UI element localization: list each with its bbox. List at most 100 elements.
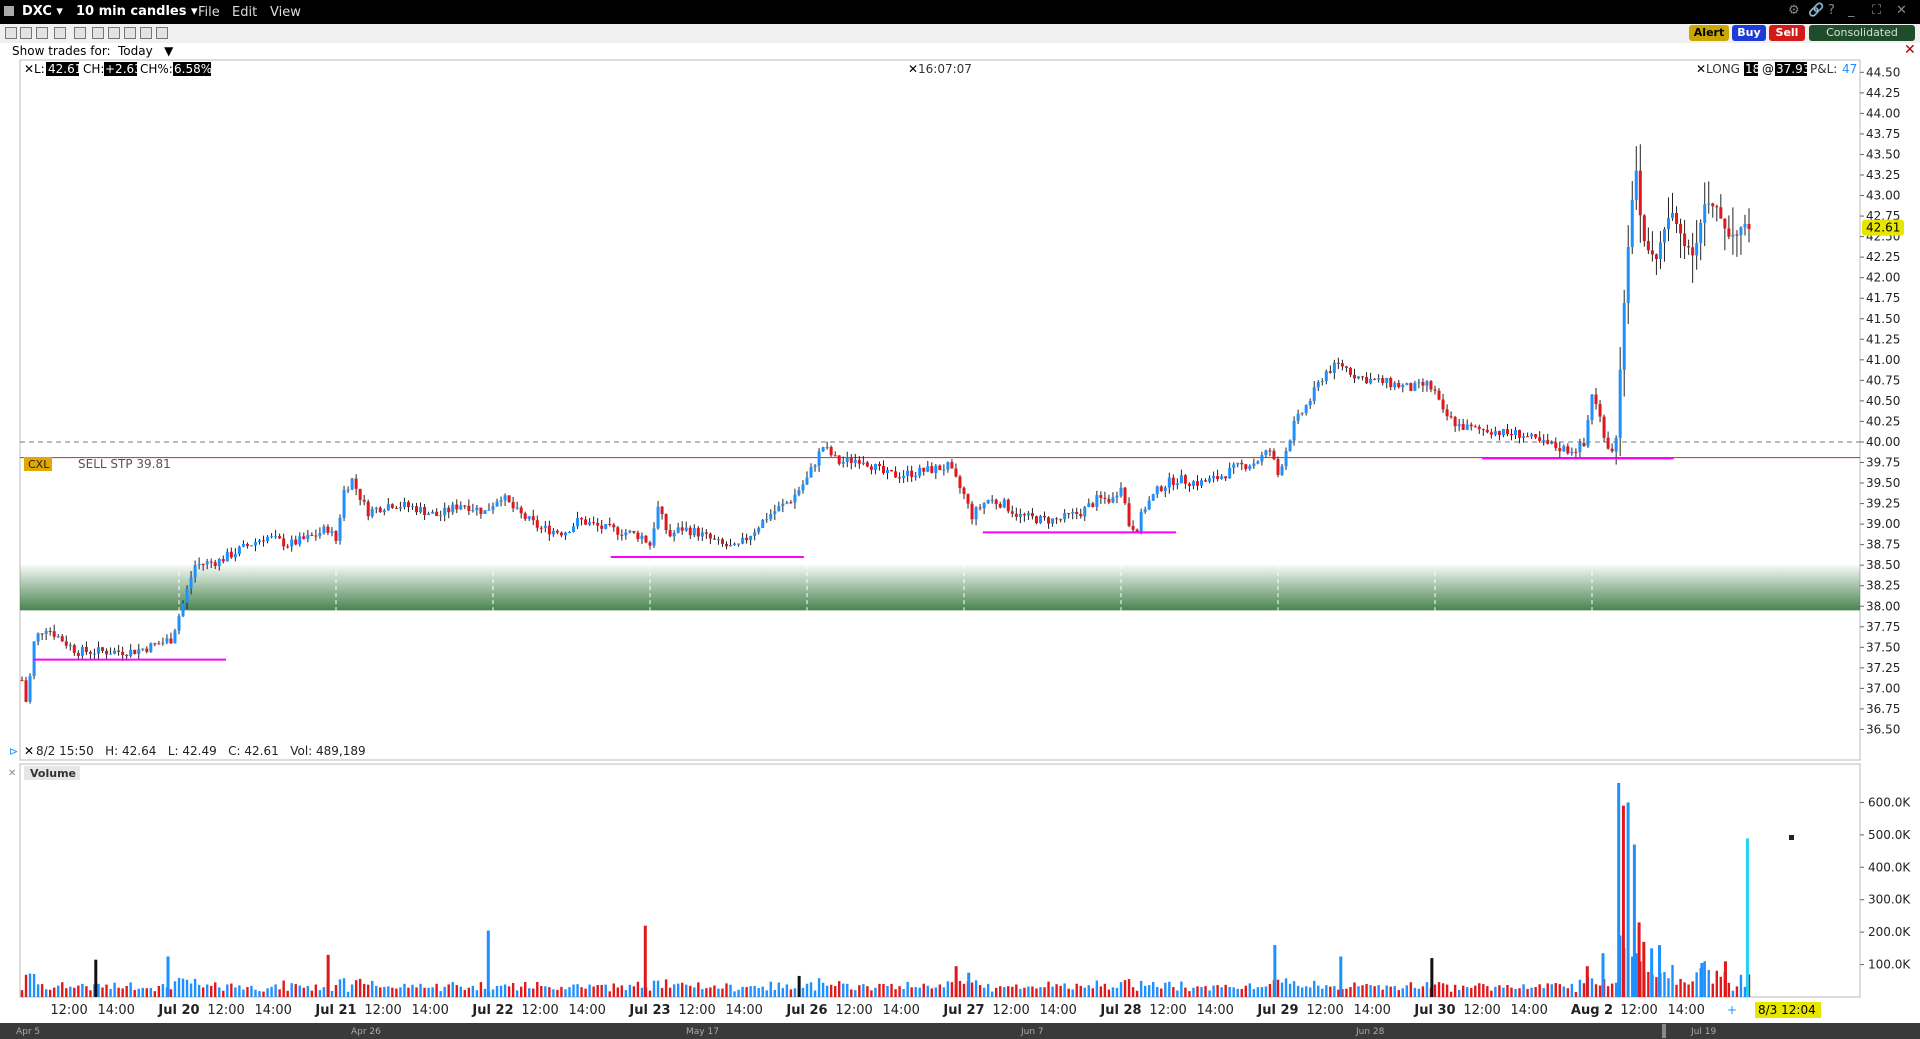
candle-body (129, 649, 133, 657)
volume-bar (1731, 990, 1735, 997)
volume-bar (1180, 981, 1183, 997)
candle-body (1594, 394, 1598, 405)
close-time-icon[interactable]: ✕ (908, 62, 918, 76)
candle-body (741, 537, 745, 544)
volume-bar (1514, 988, 1517, 997)
candle-body (1047, 517, 1051, 524)
volume-bar (455, 985, 458, 997)
volume-bar (656, 980, 660, 997)
candle-body (1059, 519, 1063, 521)
y-tick-label: 39.25 (1866, 497, 1900, 511)
candle-body (1743, 223, 1747, 228)
volume-bar (962, 983, 966, 997)
crosshair-marker-icon: + (1727, 1003, 1737, 1017)
candle-body (1606, 437, 1610, 449)
candle-body (1739, 227, 1743, 236)
volume-bar (1542, 988, 1545, 997)
candle-body (133, 649, 137, 654)
volume-bar (1051, 986, 1054, 997)
volume-bar (1377, 985, 1380, 997)
volume-bar (1546, 983, 1549, 997)
volume-bar (1325, 985, 1328, 997)
volume-bar (1035, 988, 1038, 997)
x-tick-label: 14:00 (882, 1003, 919, 1018)
volume-bar (1510, 987, 1513, 997)
candle-body (28, 675, 32, 702)
expand-icon[interactable]: ⊳ (9, 745, 18, 758)
overview-bar[interactable] (0, 1023, 1920, 1039)
y-tick-label: 40.00 (1866, 435, 1900, 449)
candle-body (1365, 376, 1369, 384)
candle-body (443, 507, 447, 516)
volume-bar (552, 989, 555, 997)
candle-body (825, 447, 829, 449)
volume-bar (36, 984, 40, 997)
candle-body (1501, 429, 1505, 436)
candle-body (1369, 378, 1373, 384)
volume-bar (1176, 990, 1179, 997)
volume-bar (266, 988, 269, 997)
x-tick-label: 14:00 (1196, 1003, 1233, 1018)
candle-body (576, 518, 580, 527)
volume-bar (636, 981, 640, 997)
y-tick-label: 38.00 (1866, 599, 1900, 613)
volume-bar (1143, 985, 1147, 997)
volume-bar (1208, 990, 1211, 997)
candle-body (1115, 495, 1119, 498)
volume-bar (990, 991, 994, 997)
candle-body (1179, 475, 1183, 484)
candle-body (1421, 382, 1425, 386)
candle-body (1602, 416, 1606, 438)
volume-bar (1015, 984, 1018, 997)
candle-body (1187, 483, 1191, 486)
candle-body (1014, 513, 1018, 517)
volume-bar (769, 981, 772, 997)
volume-spike-bar (166, 956, 170, 997)
volume-bar (858, 985, 861, 997)
candle-body (1477, 426, 1481, 430)
candle-body (1119, 487, 1123, 496)
close-bar-info-icon[interactable]: ✕ (24, 744, 34, 758)
volume-bar (1610, 983, 1614, 997)
chart-canvas[interactable]: 44.5044.2544.0043.7543.5043.2543.0042.75… (0, 0, 1920, 1039)
candle-body (221, 558, 225, 562)
volume-bar (995, 987, 998, 997)
candle-body (962, 487, 966, 495)
candle-body (1417, 382, 1421, 384)
candle-body (584, 519, 588, 525)
candle-body (402, 502, 406, 508)
candle-body (1703, 204, 1707, 223)
volume-bar (1365, 984, 1368, 997)
candle-body (20, 680, 24, 682)
candle-body (1208, 478, 1212, 482)
volume-bar (125, 986, 128, 997)
volume-bar (519, 986, 523, 997)
close-volume-icon[interactable]: ✕ (8, 768, 16, 779)
candle-body (1590, 394, 1594, 420)
candle-body (628, 530, 632, 533)
candle-body (137, 649, 141, 654)
volume-bar (1188, 991, 1191, 997)
candle-body (1191, 481, 1195, 486)
candle-body (986, 499, 990, 504)
close-position-icon[interactable]: ✕ (1696, 62, 1706, 76)
volume-bar (640, 987, 644, 997)
close-info-icon[interactable]: ✕ (24, 62, 34, 76)
x-tick-label: 14:00 (1353, 1003, 1390, 1018)
candle-body (1562, 446, 1566, 452)
volume-bar (1127, 979, 1131, 997)
volume-bar (185, 979, 189, 997)
volume-bar (1719, 976, 1723, 997)
candle-body (1224, 476, 1228, 479)
candle-body (966, 494, 970, 504)
volume-bar (1200, 987, 1203, 997)
volume-bar (113, 982, 116, 997)
volume-bar (584, 988, 587, 997)
overview-handle[interactable] (1662, 1024, 1666, 1038)
candle-body (974, 507, 978, 520)
pnl-label: P&L: (1810, 62, 1837, 76)
candle-body (24, 680, 28, 702)
volume-bar (1590, 978, 1594, 997)
volume-bar (1614, 982, 1618, 997)
candle-body (511, 501, 515, 509)
